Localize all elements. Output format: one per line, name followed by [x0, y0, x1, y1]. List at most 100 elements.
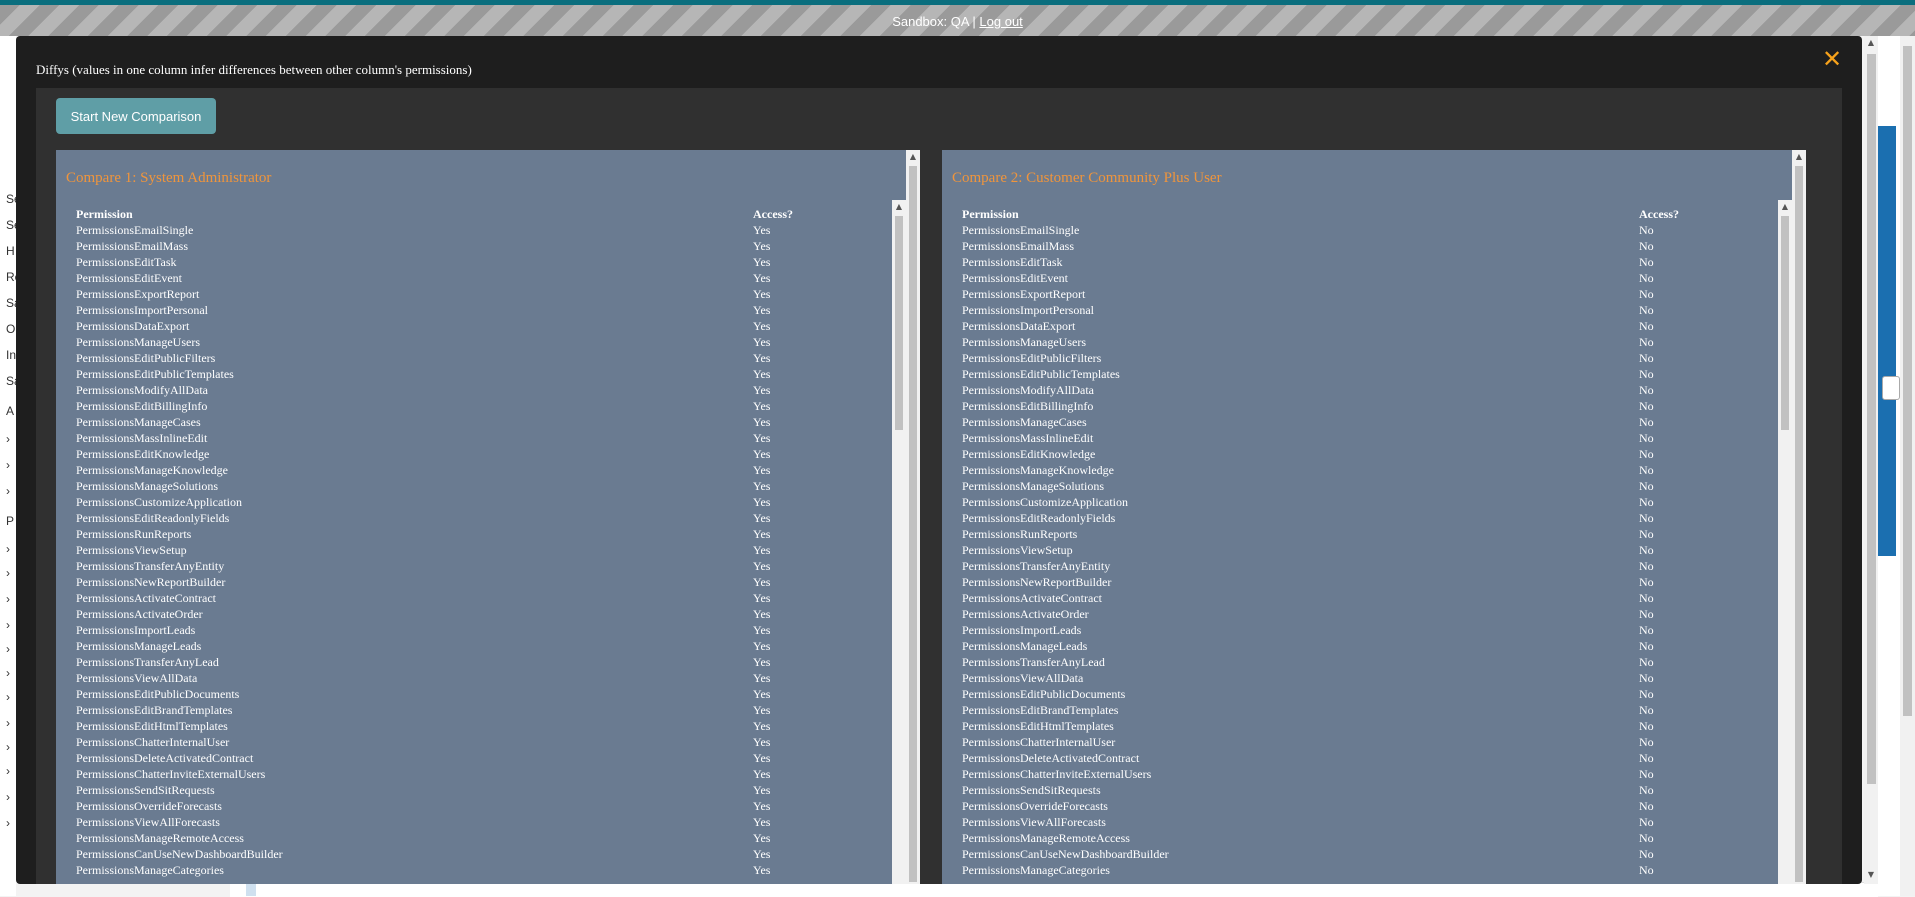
permission-name: PermissionsCustomizeApplication	[962, 495, 1128, 509]
logout-link[interactable]: Log out	[979, 14, 1022, 29]
permission-name: PermissionsEditTask	[76, 255, 177, 269]
close-icon[interactable]: ✕	[1820, 47, 1844, 71]
column-header-access: Access?	[1639, 207, 1679, 221]
permission-name: PermissionsEditPublicFilters	[962, 351, 1102, 365]
table-row: PermissionsTransferAnyLead No	[952, 654, 1772, 670]
access-value: No	[1639, 495, 1654, 509]
table-row: PermissionsTransferAnyEntity No	[952, 558, 1772, 574]
permission-name: PermissionsManageUsers	[962, 335, 1086, 349]
chevron-right-icon: ›	[6, 618, 10, 632]
page-scrollbar[interactable]	[1900, 36, 1915, 896]
permission-name: PermissionsEditEvent	[76, 271, 182, 285]
access-value: No	[1639, 863, 1654, 877]
modal-title: Diffys (values in one column infer diffe…	[36, 62, 472, 77]
access-value: No	[1639, 351, 1654, 365]
table-row: PermissionsEditTask No	[952, 254, 1772, 270]
access-value: No	[1639, 303, 1654, 317]
table-row: PermissionsEditHtmlTemplates Yes	[66, 718, 886, 734]
table-row: PermissionsChatterInviteExternalUsers Yes	[66, 766, 886, 782]
access-value: Yes	[753, 255, 771, 269]
access-value: No	[1639, 815, 1654, 829]
permission-name: PermissionsTransferAnyLead	[962, 655, 1105, 669]
table-row: PermissionsManageCases Yes	[66, 414, 886, 430]
page-scrollbar-thumb[interactable]	[1903, 46, 1912, 716]
access-value: Yes	[753, 687, 771, 701]
access-value: Yes	[753, 735, 771, 749]
modal-scrollbar-thumb[interactable]	[1867, 54, 1876, 784]
access-value: Yes	[753, 639, 771, 653]
table-row: PermissionsSendSitRequests No	[952, 782, 1772, 798]
chevron-right-icon: ›	[6, 790, 10, 804]
table-row: PermissionsDeleteActivatedContract Yes	[66, 750, 886, 766]
permission-name: PermissionsEditReadonlyFields	[76, 511, 230, 525]
access-value: No	[1639, 287, 1654, 301]
permission-name: PermissionsManageRemoteAccess	[962, 831, 1130, 845]
permission-name: PermissionsManageRemoteAccess	[76, 831, 244, 845]
access-value: Yes	[753, 367, 771, 381]
permission-name: PermissionsEditBrandTemplates	[76, 703, 233, 717]
modal-body: Start New Comparison Compare 1: System A…	[36, 88, 1842, 884]
table-row: PermissionsImportPersonal Yes	[66, 302, 886, 318]
table-row: PermissionsDeleteActivatedContract No	[952, 750, 1772, 766]
access-value: Yes	[753, 847, 771, 861]
table-row: PermissionsModifyAllData Yes	[66, 382, 886, 398]
chevron-right-icon: ›	[6, 592, 10, 606]
diffys-modal: Diffys (values in one column infer diffe…	[16, 36, 1878, 884]
table-row: PermissionsChatterInviteExternalUsers No	[952, 766, 1772, 782]
permission-name: PermissionsManageSolutions	[962, 479, 1105, 493]
permission-name: PermissionsEditEvent	[962, 271, 1068, 285]
scroll-up-icon[interactable]: ▲	[1793, 152, 1805, 161]
permission-name: PermissionsDataExport	[962, 319, 1076, 333]
compare-panel-2: Compare 2: Customer Community Plus User …	[942, 150, 1806, 884]
compare-2-panel-scrollbar-thumb[interactable]	[1795, 166, 1803, 882]
scroll-up-icon[interactable]: ▲	[893, 202, 905, 211]
modal-scrollbar[interactable]: ▲ ▼	[1864, 36, 1878, 884]
permission-name: PermissionsTransferAnyLead	[76, 655, 219, 669]
table-row: PermissionsImportLeads No	[952, 622, 1772, 638]
access-value: No	[1639, 399, 1654, 413]
background-nav-item: In	[6, 348, 17, 362]
compare-2-table-scrollbar[interactable]: ▲	[1778, 200, 1792, 884]
access-value: No	[1639, 319, 1654, 333]
chevron-right-icon: ›	[6, 432, 10, 446]
background-nav-item: P	[6, 514, 15, 528]
compare-1-panel-scrollbar[interactable]: ▲	[906, 150, 920, 884]
table-row: PermissionsMassInlineEdit No	[952, 430, 1772, 446]
permission-name: PermissionsManageCases	[76, 415, 201, 429]
access-value: No	[1639, 687, 1654, 701]
permission-name: PermissionsTransferAnyEntity	[76, 559, 225, 573]
permission-name: PermissionsManageKnowledge	[962, 463, 1114, 477]
scroll-down-icon[interactable]: ▼	[1865, 870, 1877, 879]
access-value: Yes	[753, 815, 771, 829]
table-row: PermissionsImportLeads Yes	[66, 622, 886, 638]
permission-name: PermissionsChatterInviteExternalUsers	[76, 767, 266, 781]
start-new-comparison-button[interactable]: Start New Comparison	[56, 98, 216, 134]
compare-1-panel-scrollbar-thumb[interactable]	[909, 166, 917, 882]
access-value: No	[1639, 559, 1654, 573]
table-row: PermissionsEditReadonlyFields Yes	[66, 510, 886, 526]
scroll-up-icon[interactable]: ▲	[1779, 202, 1791, 211]
access-value: Yes	[753, 751, 771, 765]
table-row: PermissionsEmailMass Yes	[66, 238, 886, 254]
table-row: PermissionsOverrideForecasts No	[952, 798, 1772, 814]
permission-name: PermissionsDeleteActivatedContract	[962, 751, 1140, 765]
scroll-up-icon[interactable]: ▲	[907, 152, 919, 161]
compare-1-table-container: Permission Access? PermissionsEmailSingl…	[66, 200, 906, 884]
background-accent	[246, 882, 256, 896]
compare-1-table-scrollbar-thumb[interactable]	[895, 216, 903, 430]
access-value: Yes	[753, 431, 771, 445]
permission-name: PermissionsEditReadonlyFields	[962, 511, 1116, 525]
access-value: No	[1639, 671, 1654, 685]
access-value: Yes	[753, 287, 771, 301]
access-value: No	[1639, 255, 1654, 269]
table-row: PermissionsActivateContract No	[952, 590, 1772, 606]
compare-1-table-scrollbar[interactable]: ▲	[892, 200, 906, 884]
compare-2-table-scrollbar-thumb[interactable]	[1781, 216, 1789, 430]
table-row: PermissionsManageCases No	[952, 414, 1772, 430]
scroll-up-icon[interactable]: ▲	[1865, 38, 1877, 47]
compare-2-panel-scrollbar[interactable]: ▲	[1792, 150, 1806, 884]
table-row: PermissionsEditBillingInfo No	[952, 398, 1772, 414]
permission-name: PermissionsEditTask	[962, 255, 1063, 269]
permission-name: PermissionsOverrideForecasts	[76, 799, 222, 813]
permission-name: PermissionsEmailSingle	[76, 223, 194, 237]
